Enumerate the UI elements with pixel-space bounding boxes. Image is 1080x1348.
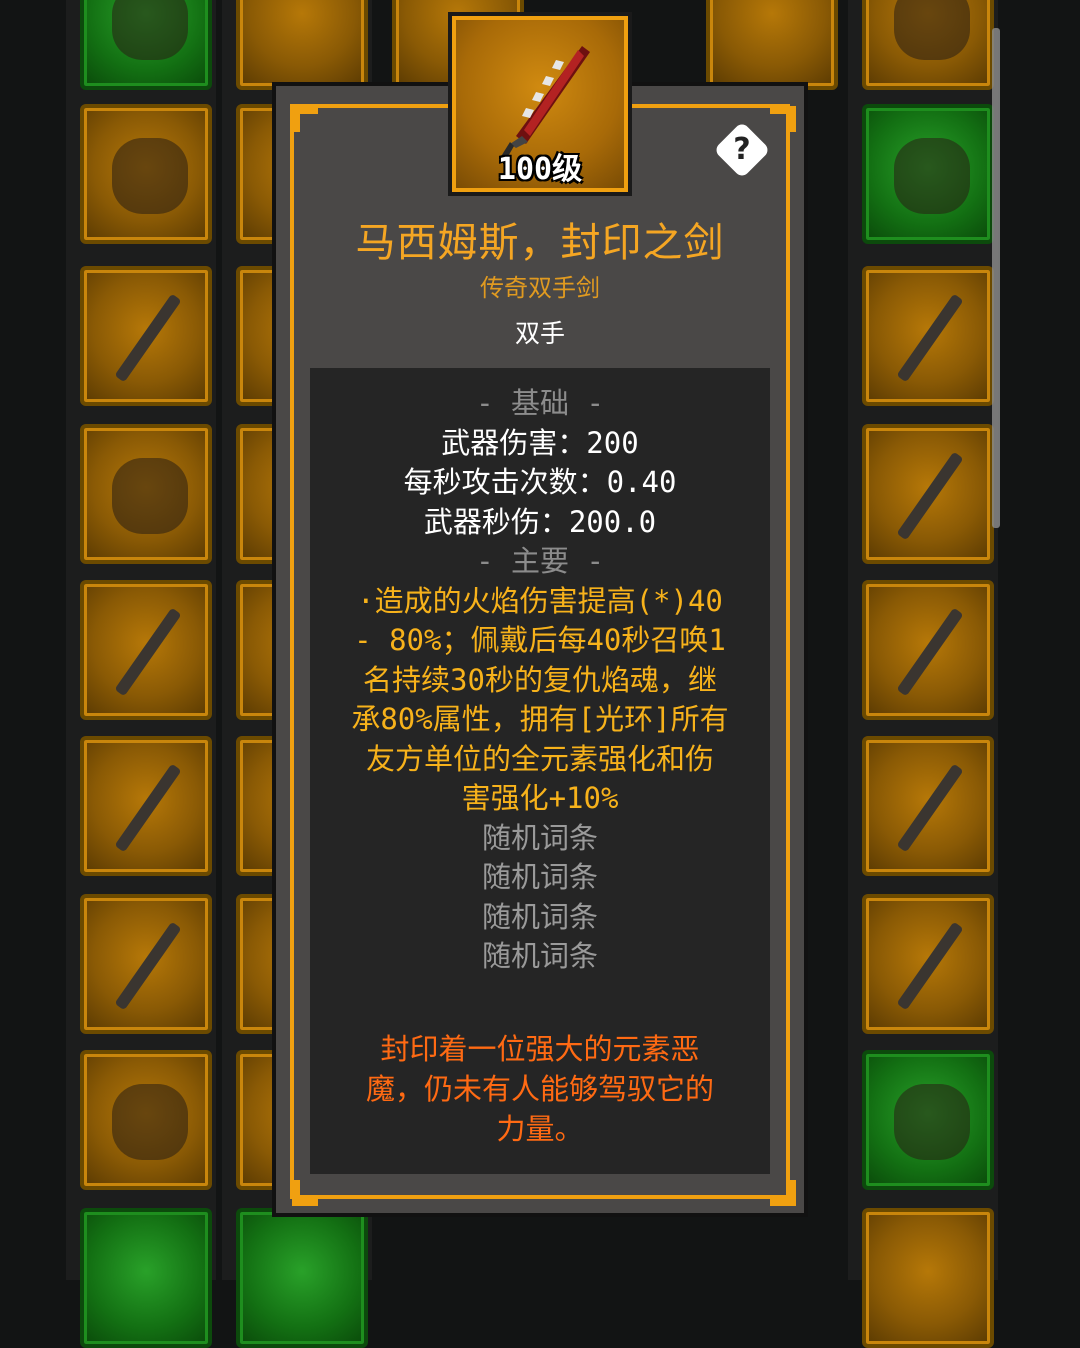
inventory-slot[interactable] xyxy=(862,1050,994,1190)
legendary-affix-line: - 80%；佩戴后每40秒召唤1 xyxy=(354,623,726,657)
inventory-slot[interactable] xyxy=(80,0,212,90)
hammer-icon xyxy=(114,607,182,697)
inventory-slot[interactable] xyxy=(862,736,994,876)
item-name: 马西姆斯，封印之剑 xyxy=(355,220,725,266)
frame-corner xyxy=(770,1180,796,1206)
legendary-affix-line: 友方单位的全元素强化和伤 xyxy=(365,741,714,776)
axe-icon xyxy=(896,451,964,541)
stats-panel: - 基础 - 武器伤害：200 每秒攻击次数：0.40 武器秒伤：200.0 -… xyxy=(310,368,770,1174)
mace-icon xyxy=(896,763,964,853)
random-affix: 随机词条 xyxy=(481,820,598,855)
legendary-affix-line: 名持续30秒的复仇焰魂，继 xyxy=(363,662,717,697)
help-icon[interactable]: ? xyxy=(716,124,768,176)
stat-dps: 武器秒伤：200.0 xyxy=(423,504,657,539)
inventory-slot[interactable] xyxy=(862,266,994,406)
random-affix: 随机词条 xyxy=(481,939,598,973)
frame-corner xyxy=(770,106,796,132)
inventory-slot[interactable] xyxy=(862,424,994,564)
inventory-slot[interactable] xyxy=(80,1050,212,1190)
inventory-slot[interactable] xyxy=(80,104,212,244)
frame-corner xyxy=(292,1180,318,1206)
frame-corner xyxy=(292,106,318,132)
inventory-slot[interactable] xyxy=(862,894,994,1034)
item-hand: 双手 xyxy=(514,319,565,348)
inventory-slot[interactable] xyxy=(862,580,994,720)
inventory-slot[interactable] xyxy=(706,0,838,90)
flavor-text: 封印着一位强大的元素恶 魔，仍未有人能够驾驭它的 力量。 xyxy=(320,1029,760,1149)
bracer-icon xyxy=(894,138,970,214)
shield-icon xyxy=(112,0,188,60)
spear-icon xyxy=(114,763,182,853)
inventory-slot[interactable] xyxy=(862,104,994,244)
inventory-slot[interactable] xyxy=(862,0,994,90)
random-affix: 随机词条 xyxy=(481,860,598,894)
inventory-slot[interactable] xyxy=(80,266,212,406)
glove-icon xyxy=(894,0,970,60)
inventory-slot[interactable] xyxy=(862,1208,994,1348)
flavor-line: 封印着一位强大的元素恶 xyxy=(380,1031,700,1066)
morningstar-icon xyxy=(896,921,964,1011)
stat-attack-speed: 每秒攻击次数：0.40 xyxy=(403,465,677,499)
inventory-slot[interactable] xyxy=(80,736,212,876)
item-icon-box: 100级 xyxy=(448,12,632,196)
axe-icon xyxy=(112,458,188,534)
legendary-affix-line: 害强化+10% xyxy=(461,781,619,815)
stat-weapon-damage: 武器伤害：200 xyxy=(441,425,639,460)
inventory-slot[interactable] xyxy=(80,580,212,720)
basic-header: - 基础 - xyxy=(476,386,604,420)
inventory-slot[interactable] xyxy=(80,894,212,1034)
item-level: 100级 xyxy=(497,152,583,187)
club-icon xyxy=(896,607,964,697)
item-type: 传奇双手剑 xyxy=(480,274,600,302)
inventory-slot[interactable] xyxy=(236,0,368,90)
legendary-affix-line: 承80%属性，拥有[光环]所有 xyxy=(351,702,729,736)
staff-icon xyxy=(114,921,182,1011)
helmet-icon xyxy=(112,1084,188,1160)
inventory-scrollbar[interactable] xyxy=(992,28,1000,528)
sword-icon xyxy=(896,293,964,383)
sword-icon xyxy=(114,293,182,383)
helmet-icon xyxy=(894,1084,970,1160)
random-affix: 随机词条 xyxy=(481,899,598,934)
flavor-line: 魔，仍未有人能够驾驭它的 xyxy=(365,1071,714,1106)
bracer-icon xyxy=(112,138,188,214)
inventory-slot[interactable] xyxy=(80,424,212,564)
legendary-affix-line: ·造成的火焰伤害提高(*)40 xyxy=(357,583,723,618)
inventory-slot[interactable] xyxy=(236,1208,368,1348)
flavor-line: 力量。 xyxy=(496,1111,584,1146)
inventory-slot[interactable] xyxy=(80,1208,212,1348)
primary-header: - 主要 - xyxy=(476,544,604,578)
